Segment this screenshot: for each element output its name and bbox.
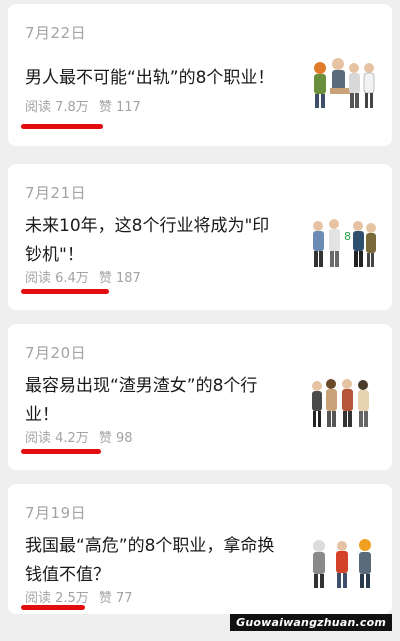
- article-meta: 阅读 4.2万赞 98: [25, 427, 143, 446]
- article-card[interactable]: 7月20日 最容易出现“渣男渣女”的8个行业！ 阅读 4.2万赞 98: [8, 324, 392, 470]
- article-thumbnail[interactable]: [308, 534, 378, 590]
- watermark: Guowaiwangzhuan.com: [230, 614, 392, 631]
- article-title[interactable]: 男人最不可能“出轨”的8个职业！: [25, 64, 283, 93]
- article-meta: 阅读 6.4万赞 187: [25, 267, 151, 286]
- article-date: 7月20日: [25, 344, 87, 362]
- read-count: 阅读 6.4万: [25, 271, 89, 286]
- article-card[interactable]: 7月22日 男人最不可能“出轨”的8个职业！ 阅读 7.8万赞 117: [8, 4, 392, 146]
- read-count: 阅读 7.8万: [25, 100, 89, 115]
- like-count: 赞 77: [98, 591, 133, 606]
- article-meta: 阅读 7.8万赞 117: [25, 96, 151, 115]
- like-count: 赞 187: [98, 271, 141, 286]
- article-card[interactable]: 7月21日 未来10年，这8个行业将成为"印钞机"！ 阅读 6.4万赞 187 …: [8, 164, 392, 310]
- svg-text:8: 8: [344, 230, 351, 243]
- article-title[interactable]: 未来10年，这8个行业将成为"印钞机"！: [25, 212, 283, 270]
- article-date: 7月21日: [25, 184, 87, 202]
- article-thumbnail[interactable]: [308, 54, 378, 110]
- article-thumbnail[interactable]: [308, 374, 378, 430]
- red-underline: [21, 289, 109, 294]
- article-title[interactable]: 最容易出现“渣男渣女”的8个行业！: [25, 372, 283, 430]
- article-meta: 阅读 2.5万赞 77: [25, 587, 143, 606]
- article-date: 7月19日: [25, 504, 87, 522]
- like-count: 赞 117: [98, 100, 141, 115]
- read-count: 阅读 4.2万: [25, 431, 89, 446]
- read-count: 阅读 2.5万: [25, 591, 89, 606]
- red-underline: [21, 449, 101, 454]
- article-thumbnail[interactable]: 8: [308, 214, 378, 270]
- red-underline: [21, 124, 103, 129]
- article-date: 7月22日: [25, 24, 87, 42]
- article-card[interactable]: 7月19日 我国最“高危”的8个职业，拿命换钱值不值？ 阅读 2.5万赞 77: [8, 484, 392, 614]
- red-underline: [21, 605, 85, 610]
- article-title[interactable]: 我国最“高危”的8个职业，拿命换钱值不值？: [25, 532, 283, 590]
- like-count: 赞 98: [98, 431, 133, 446]
